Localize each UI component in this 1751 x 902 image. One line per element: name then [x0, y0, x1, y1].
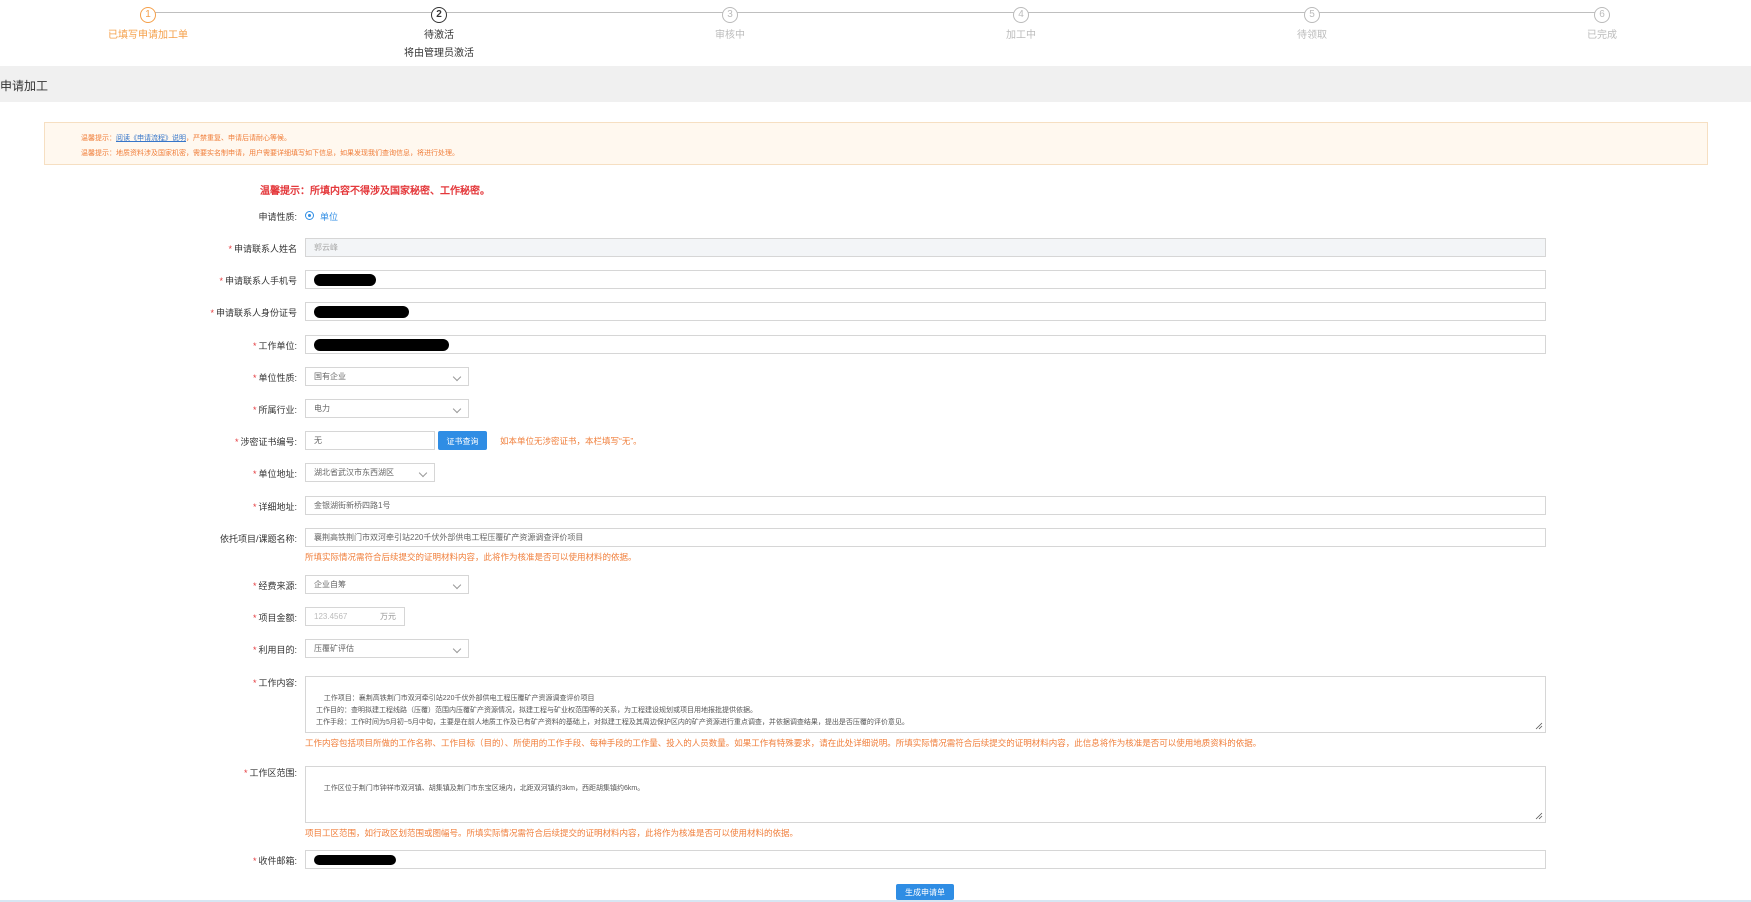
amount-label: * 项目金额: — [252, 613, 297, 623]
industry-label: * 所属行业: — [252, 405, 297, 415]
cert-query-button[interactable]: 证书查询 — [438, 431, 487, 450]
industry-value: 电力 — [314, 404, 330, 413]
work-area-text: 工作区位于荆门市钟祥市双河镇、胡集镇及荆门市东宝区境内，北距双河镇约3km，西距… — [323, 785, 645, 792]
work-content-text: 工作项目：襄荆高铁荆门市双河牵引站220千伏外部供电工程压覆矿产资源调查评价项目… — [316, 695, 909, 726]
redaction-mark — [314, 339, 449, 351]
email-label: * 收件邮箱: — [252, 856, 297, 866]
work-unit-input[interactable] — [305, 335, 1546, 354]
amount-placeholder: 123.4567 — [314, 612, 348, 621]
work-area-label: * 工作区范围: — [243, 768, 297, 778]
chevron-down-icon — [452, 580, 462, 590]
contact-phone-input[interactable] — [305, 270, 1546, 289]
unit-address-label: * 单位地址: — [252, 469, 297, 479]
unit-nature-select[interactable]: 国有企业 — [305, 367, 469, 386]
unit-address-select[interactable]: 湖北省武汉市东西湖区 — [305, 463, 435, 482]
page-header: 申请加工 — [0, 66, 1751, 102]
work-content-label: * 工作内容: — [252, 678, 297, 688]
redaction-mark — [314, 306, 409, 318]
step-number: 5 — [1304, 7, 1320, 23]
step-label: 已填写申请加工单 — [108, 30, 188, 41]
funding-select[interactable]: 企业自筹 — [305, 575, 469, 594]
step-label: 待领取 — [1297, 30, 1327, 41]
contact-name-label: * 申请联系人姓名 — [228, 244, 297, 254]
step-4: 4 加工中 — [921, 4, 1121, 41]
cert-no-hint: 如本单位无涉密证书，本栏填写“无”。 — [500, 436, 642, 446]
nature-radio-label[interactable]: 单位 — [320, 210, 338, 223]
generate-application-button[interactable]: 生成申请单 — [896, 884, 954, 900]
contact-name-input[interactable]: 郭云峰 — [305, 238, 1546, 257]
notice-suffix: ，严禁重复、申请后请耐心等候。 — [186, 135, 291, 142]
purpose-select[interactable]: 压覆矿评估 — [305, 639, 469, 658]
project-hint: 所填实际情况需符合后续提交的证明材料内容，此将作为核准是否可以使用材料的依据。 — [305, 552, 637, 562]
funding-value: 企业自筹 — [314, 580, 346, 589]
step-label: 加工中 — [1006, 30, 1036, 41]
step-number: 2 — [431, 7, 447, 23]
step-label: 待激活 — [424, 30, 454, 41]
project-label: 依托项目/课题名称: — [219, 534, 297, 544]
unit-address-value: 湖北省武汉市东西湖区 — [314, 468, 394, 477]
unit-nature-label: * 单位性质: — [252, 373, 297, 383]
contact-id-label: * 申请联系人身份证号 — [210, 308, 297, 318]
email-input[interactable] — [305, 850, 1546, 869]
chevron-down-icon — [452, 644, 462, 654]
purpose-label: * 利用目的: — [252, 645, 297, 655]
detail-address-label: * 详细地址: — [252, 502, 297, 512]
step-number: 4 — [1013, 7, 1029, 23]
step-label: 已完成 — [1587, 30, 1617, 41]
notice-box: 温馨提示：阅读《申请流程》说明，严禁重复、申请后请耐心等候。 温馨提示：地质资料… — [44, 122, 1708, 165]
nature-radio[interactable] — [305, 211, 314, 220]
step-number: 1 — [140, 7, 156, 23]
contact-id-input[interactable] — [305, 302, 1546, 321]
detail-address-input[interactable]: 金银湖街新桥四路1号 — [305, 496, 1546, 515]
notice-prefix: 温馨提示： — [81, 135, 116, 142]
cert-no-input[interactable]: 无 — [305, 431, 435, 450]
step-description: 将由管理员激活 — [404, 48, 474, 59]
chevron-down-icon — [418, 468, 428, 478]
step-label: 审核中 — [715, 30, 745, 41]
work-area-textarea[interactable]: 工作区位于荆门市钟祥市双河镇、胡集镇及荆门市东宝区境内，北距双河镇约3km，西距… — [305, 766, 1546, 823]
progress-steps: 1 已填写申请加工单 2 待激活 将由管理员激活 3 审核中 4 加工中 5 待… — [0, 0, 1751, 59]
work-content-textarea[interactable]: 工作项目：襄荆高铁荆门市双河牵引站220千伏外部供电工程压覆矿产资源调查评价项目… — [305, 676, 1546, 733]
chevron-down-icon — [452, 404, 462, 414]
resize-handle-icon[interactable] — [1535, 722, 1543, 730]
funding-label: * 经费来源: — [252, 581, 297, 591]
process-link[interactable]: 阅读《申请流程》说明 — [116, 135, 186, 142]
purpose-value: 压覆矿评估 — [314, 644, 354, 653]
contact-phone-label: * 申请联系人手机号 — [219, 276, 297, 286]
notice-line-2: 温馨提示：地质资料涉及国家机密，需要实名制申请，用户需要详细填写如下信息，如果发… — [81, 150, 459, 157]
work-unit-label: * 工作单位: — [252, 341, 297, 351]
step-2: 2 待激活 将由管理员激活 — [339, 4, 539, 59]
notice-line-1: 温馨提示：阅读《申请流程》说明，严禁重复、申请后请耐心等候。 — [81, 133, 291, 143]
step-number: 3 — [722, 7, 738, 23]
industry-select[interactable]: 电力 — [305, 399, 469, 418]
step-number: 6 — [1594, 7, 1610, 23]
cert-no-label: * 涉密证书编号: — [234, 437, 297, 447]
work-content-hint: 工作内容包括项目所做的工作名称、工作目标（目的）、所使用的工作手段、每种手段的工… — [305, 738, 1262, 748]
chevron-down-icon — [452, 372, 462, 382]
redaction-mark — [314, 855, 396, 865]
step-5: 5 待领取 — [1212, 4, 1412, 41]
redaction-mark — [314, 274, 376, 286]
amount-unit: 万元 — [380, 612, 396, 621]
step-3: 3 审核中 — [630, 4, 830, 41]
amount-input[interactable]: 123.4567 万元 — [305, 607, 405, 626]
nature-label: 申请性质: — [258, 212, 297, 222]
work-area-hint: 项目工区范围，如行政区划范围或图幅号。所填实际情况需符合后续提交的证明材料内容，… — [305, 828, 799, 838]
page-title: 申请加工 — [0, 79, 49, 93]
resize-handle-icon[interactable] — [1535, 812, 1543, 820]
secrecy-warning: 温馨提示：所填内容不得涉及国家秘密、工作秘密。 — [260, 186, 490, 197]
project-input[interactable]: 襄荆高铁荆门市双河牵引站220千伏外部供电工程压覆矿产资源调查评价项目 — [305, 528, 1546, 547]
step-1: 1 已填写申请加工单 — [48, 4, 248, 41]
step-6: 6 已完成 — [1502, 4, 1702, 41]
unit-nature-value: 国有企业 — [314, 372, 346, 381]
